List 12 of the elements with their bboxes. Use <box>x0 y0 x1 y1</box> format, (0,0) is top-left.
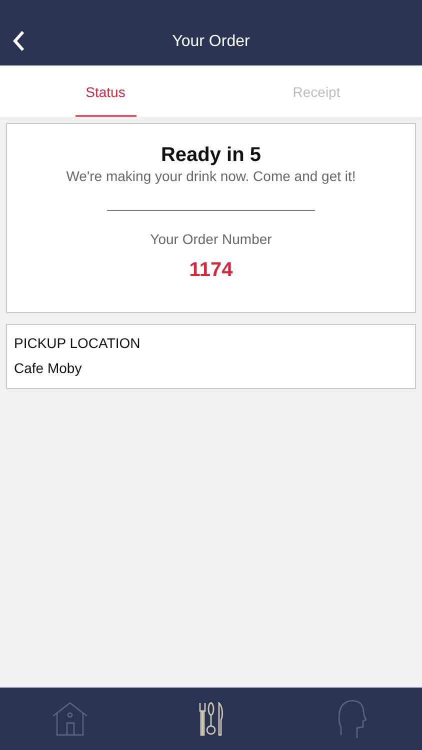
person-icon <box>336 699 367 739</box>
order-number: 1174 <box>189 259 233 282</box>
order-number-label: Your Order Number <box>150 231 272 247</box>
utensils-icon <box>198 702 224 736</box>
header-title: Your Order <box>172 33 250 51</box>
pickup-heading: PICKUP LOCATION <box>14 335 142 351</box>
back-icon <box>12 30 26 52</box>
house-icon <box>51 701 90 737</box>
pickup-location: Cafe Moby <box>14 360 83 376</box>
ready-title: Ready in 5 <box>160 144 262 167</box>
status-message: We're making your drink now. Come and get it! <box>66 168 356 184</box>
tab[interactable]: Status <box>0 66 211 117</box>
